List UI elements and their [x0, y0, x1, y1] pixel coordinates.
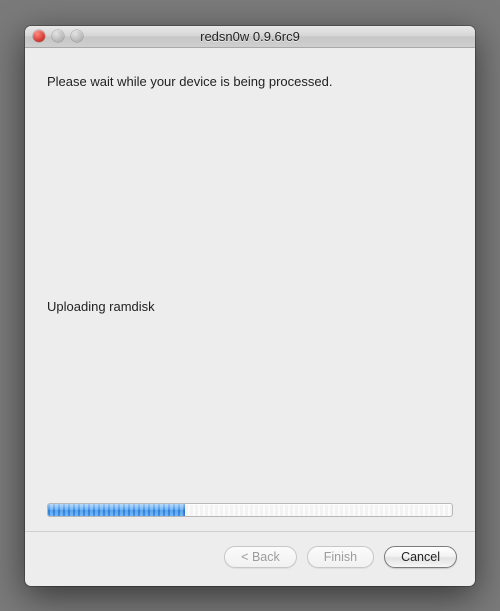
cancel-button[interactable]: Cancel: [384, 546, 457, 568]
traffic-lights: [25, 30, 83, 42]
finish-button: Finish: [307, 546, 374, 568]
titlebar[interactable]: redsn0w 0.9.6rc9: [25, 26, 475, 48]
progress-bar: [47, 503, 453, 517]
button-row: < Back Finish Cancel: [25, 531, 475, 586]
progress-area: [47, 503, 453, 531]
content-area: Please wait while your device is being p…: [25, 48, 475, 531]
progress-fill: [48, 504, 185, 516]
close-icon[interactable]: [33, 30, 45, 42]
minimize-icon: [52, 30, 64, 42]
instruction-text: Please wait while your device is being p…: [47, 74, 453, 89]
app-window: redsn0w 0.9.6rc9 Please wait while your …: [25, 26, 475, 586]
back-button: < Back: [224, 546, 297, 568]
window-title: redsn0w 0.9.6rc9: [25, 29, 475, 44]
zoom-icon: [71, 30, 83, 42]
status-text: Uploading ramdisk: [47, 299, 453, 314]
